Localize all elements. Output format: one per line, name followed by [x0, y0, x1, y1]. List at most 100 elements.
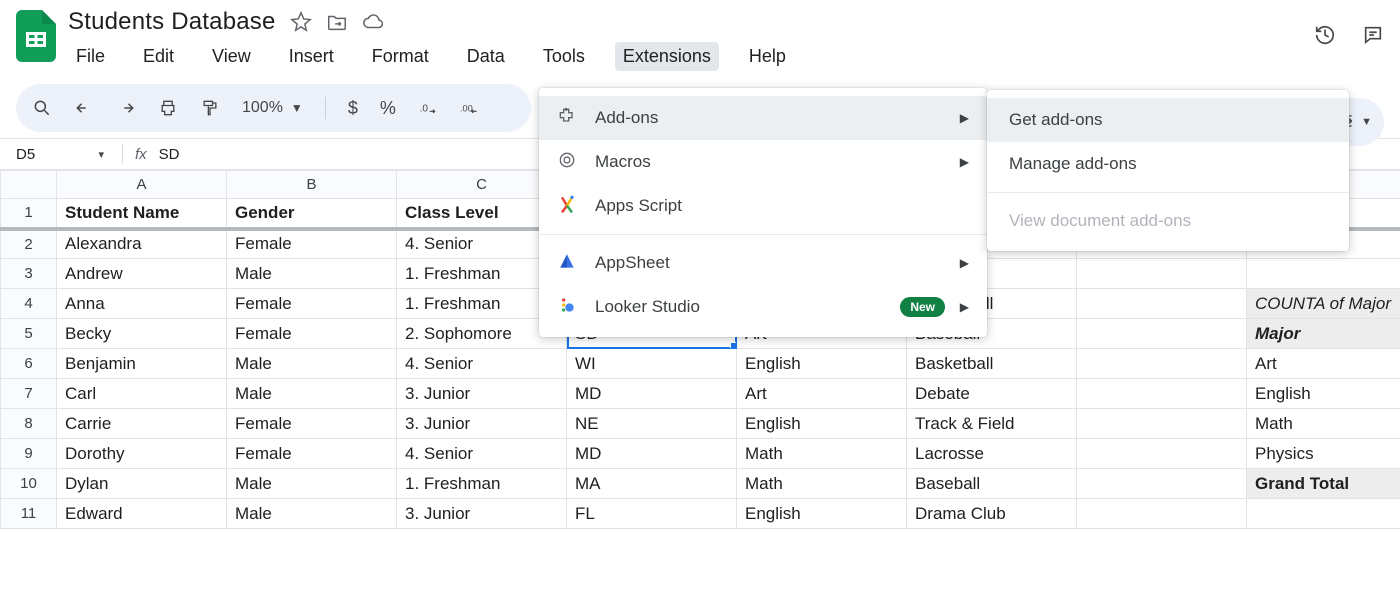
row-header[interactable]: 8 — [1, 409, 57, 439]
cell[interactable]: 3. Junior — [397, 499, 567, 529]
cell[interactable] — [1247, 259, 1400, 289]
cell[interactable]: NE — [567, 409, 737, 439]
cell[interactable]: Anna — [57, 289, 227, 319]
cell[interactable]: Male — [227, 499, 397, 529]
redo-icon[interactable] — [116, 98, 136, 118]
menu-item-extensions[interactable]: Extensions — [615, 42, 719, 71]
extensions-item-looker-studio[interactable]: Looker StudioNew▶ — [539, 285, 987, 329]
cell[interactable]: Becky — [57, 319, 227, 349]
row-header[interactable]: 1 — [1, 199, 57, 229]
cell[interactable]: 3. Junior — [397, 379, 567, 409]
menu-item-insert[interactable]: Insert — [281, 42, 342, 71]
row-header[interactable]: 5 — [1, 319, 57, 349]
increase-decimal-icon[interactable]: .00 — [460, 98, 480, 118]
cell[interactable]: English — [1247, 379, 1400, 409]
cell[interactable]: Math — [737, 439, 907, 469]
cell[interactable]: Basketball — [907, 349, 1077, 379]
cell[interactable] — [1077, 379, 1247, 409]
cell[interactable] — [1077, 439, 1247, 469]
cell[interactable] — [1077, 319, 1247, 349]
cell[interactable]: English — [737, 409, 907, 439]
menu-item-file[interactable]: File — [68, 42, 113, 71]
cell[interactable] — [1077, 349, 1247, 379]
row-header[interactable]: 3 — [1, 259, 57, 289]
cell[interactable]: MD — [567, 379, 737, 409]
cell[interactable]: English — [737, 349, 907, 379]
paint-format-icon[interactable] — [200, 98, 220, 118]
cell[interactable]: Male — [227, 469, 397, 499]
row-header[interactable]: 2 — [1, 229, 57, 259]
cell[interactable] — [1077, 259, 1247, 289]
cell[interactable]: Female — [227, 409, 397, 439]
cell[interactable] — [1247, 499, 1400, 529]
cell[interactable]: WI — [567, 349, 737, 379]
cell[interactable] — [1077, 289, 1247, 319]
search-icon[interactable] — [32, 98, 52, 118]
zoom-select[interactable]: 100% ▼ — [242, 99, 303, 117]
move-folder-icon[interactable] — [326, 11, 348, 33]
decrease-decimal-icon[interactable]: .0 — [418, 98, 438, 118]
cell[interactable]: 4. Senior — [397, 439, 567, 469]
cell[interactable]: FL — [567, 499, 737, 529]
row-header[interactable]: 10 — [1, 469, 57, 499]
cell[interactable]: 4. Senior — [397, 349, 567, 379]
row-header[interactable]: 9 — [1, 439, 57, 469]
menu-item-format[interactable]: Format — [364, 42, 437, 71]
row-header[interactable]: 11 — [1, 499, 57, 529]
cell[interactable]: Carrie — [57, 409, 227, 439]
select-all-corner[interactable] — [1, 171, 57, 199]
cell[interactable]: 1. Freshman — [397, 469, 567, 499]
cell[interactable]: Math — [737, 469, 907, 499]
cell[interactable]: Math — [1247, 409, 1400, 439]
cell[interactable]: Lacrosse — [907, 439, 1077, 469]
cell[interactable]: Male — [227, 349, 397, 379]
cell[interactable] — [1077, 469, 1247, 499]
cell[interactable]: Gender — [227, 199, 397, 229]
cell[interactable]: COUNTA of Major — [1247, 289, 1400, 319]
percent-format-button[interactable]: % — [380, 98, 396, 119]
cell[interactable]: Female — [227, 319, 397, 349]
cell[interactable]: Major — [1247, 319, 1400, 349]
cell[interactable]: Student Name — [57, 199, 227, 229]
cell[interactable]: Physics — [1247, 439, 1400, 469]
extensions-item-macros[interactable]: Macros▶ — [539, 140, 987, 184]
cell[interactable]: Carl — [57, 379, 227, 409]
column-header-B[interactable]: B — [227, 171, 397, 199]
menu-item-view[interactable]: View — [204, 42, 259, 71]
extensions-item-apps-script[interactable]: Apps Script — [539, 184, 987, 228]
history-icon[interactable] — [1314, 24, 1336, 49]
undo-icon[interactable] — [74, 98, 94, 118]
addons-item-get-add-ons[interactable]: Get add-ons — [987, 98, 1349, 142]
cell[interactable]: Female — [227, 439, 397, 469]
cell[interactable] — [1077, 499, 1247, 529]
cell[interactable]: English — [737, 499, 907, 529]
name-box[interactable]: D5 ▾ — [10, 146, 110, 163]
print-icon[interactable] — [158, 98, 178, 118]
cloud-status-icon[interactable] — [362, 11, 384, 33]
chevron-down-icon[interactable]: ▼ — [1361, 116, 1372, 128]
cell[interactable]: Andrew — [57, 259, 227, 289]
cell[interactable]: MD — [567, 439, 737, 469]
row-header[interactable]: 7 — [1, 379, 57, 409]
cell[interactable]: MA — [567, 469, 737, 499]
row-header[interactable]: 4 — [1, 289, 57, 319]
row-header[interactable]: 6 — [1, 349, 57, 379]
cell[interactable]: Dylan — [57, 469, 227, 499]
cell[interactable]: Grand Total — [1247, 469, 1400, 499]
currency-format-button[interactable]: $ — [348, 98, 358, 119]
cell[interactable]: Male — [227, 379, 397, 409]
column-header-A[interactable]: A — [57, 171, 227, 199]
document-title[interactable]: Students Database — [68, 8, 276, 36]
cell[interactable]: Female — [227, 229, 397, 259]
menu-item-data[interactable]: Data — [459, 42, 513, 71]
cell[interactable]: Benjamin — [57, 349, 227, 379]
menu-item-tools[interactable]: Tools — [535, 42, 593, 71]
cell[interactable]: Track & Field — [907, 409, 1077, 439]
comment-icon[interactable] — [1362, 24, 1384, 49]
addons-item-manage-add-ons[interactable]: Manage add-ons — [987, 142, 1349, 186]
cell[interactable]: Edward — [57, 499, 227, 529]
cell[interactable]: Dorothy — [57, 439, 227, 469]
cell[interactable]: Female — [227, 289, 397, 319]
menu-item-help[interactable]: Help — [741, 42, 794, 71]
cell[interactable]: Art — [737, 379, 907, 409]
